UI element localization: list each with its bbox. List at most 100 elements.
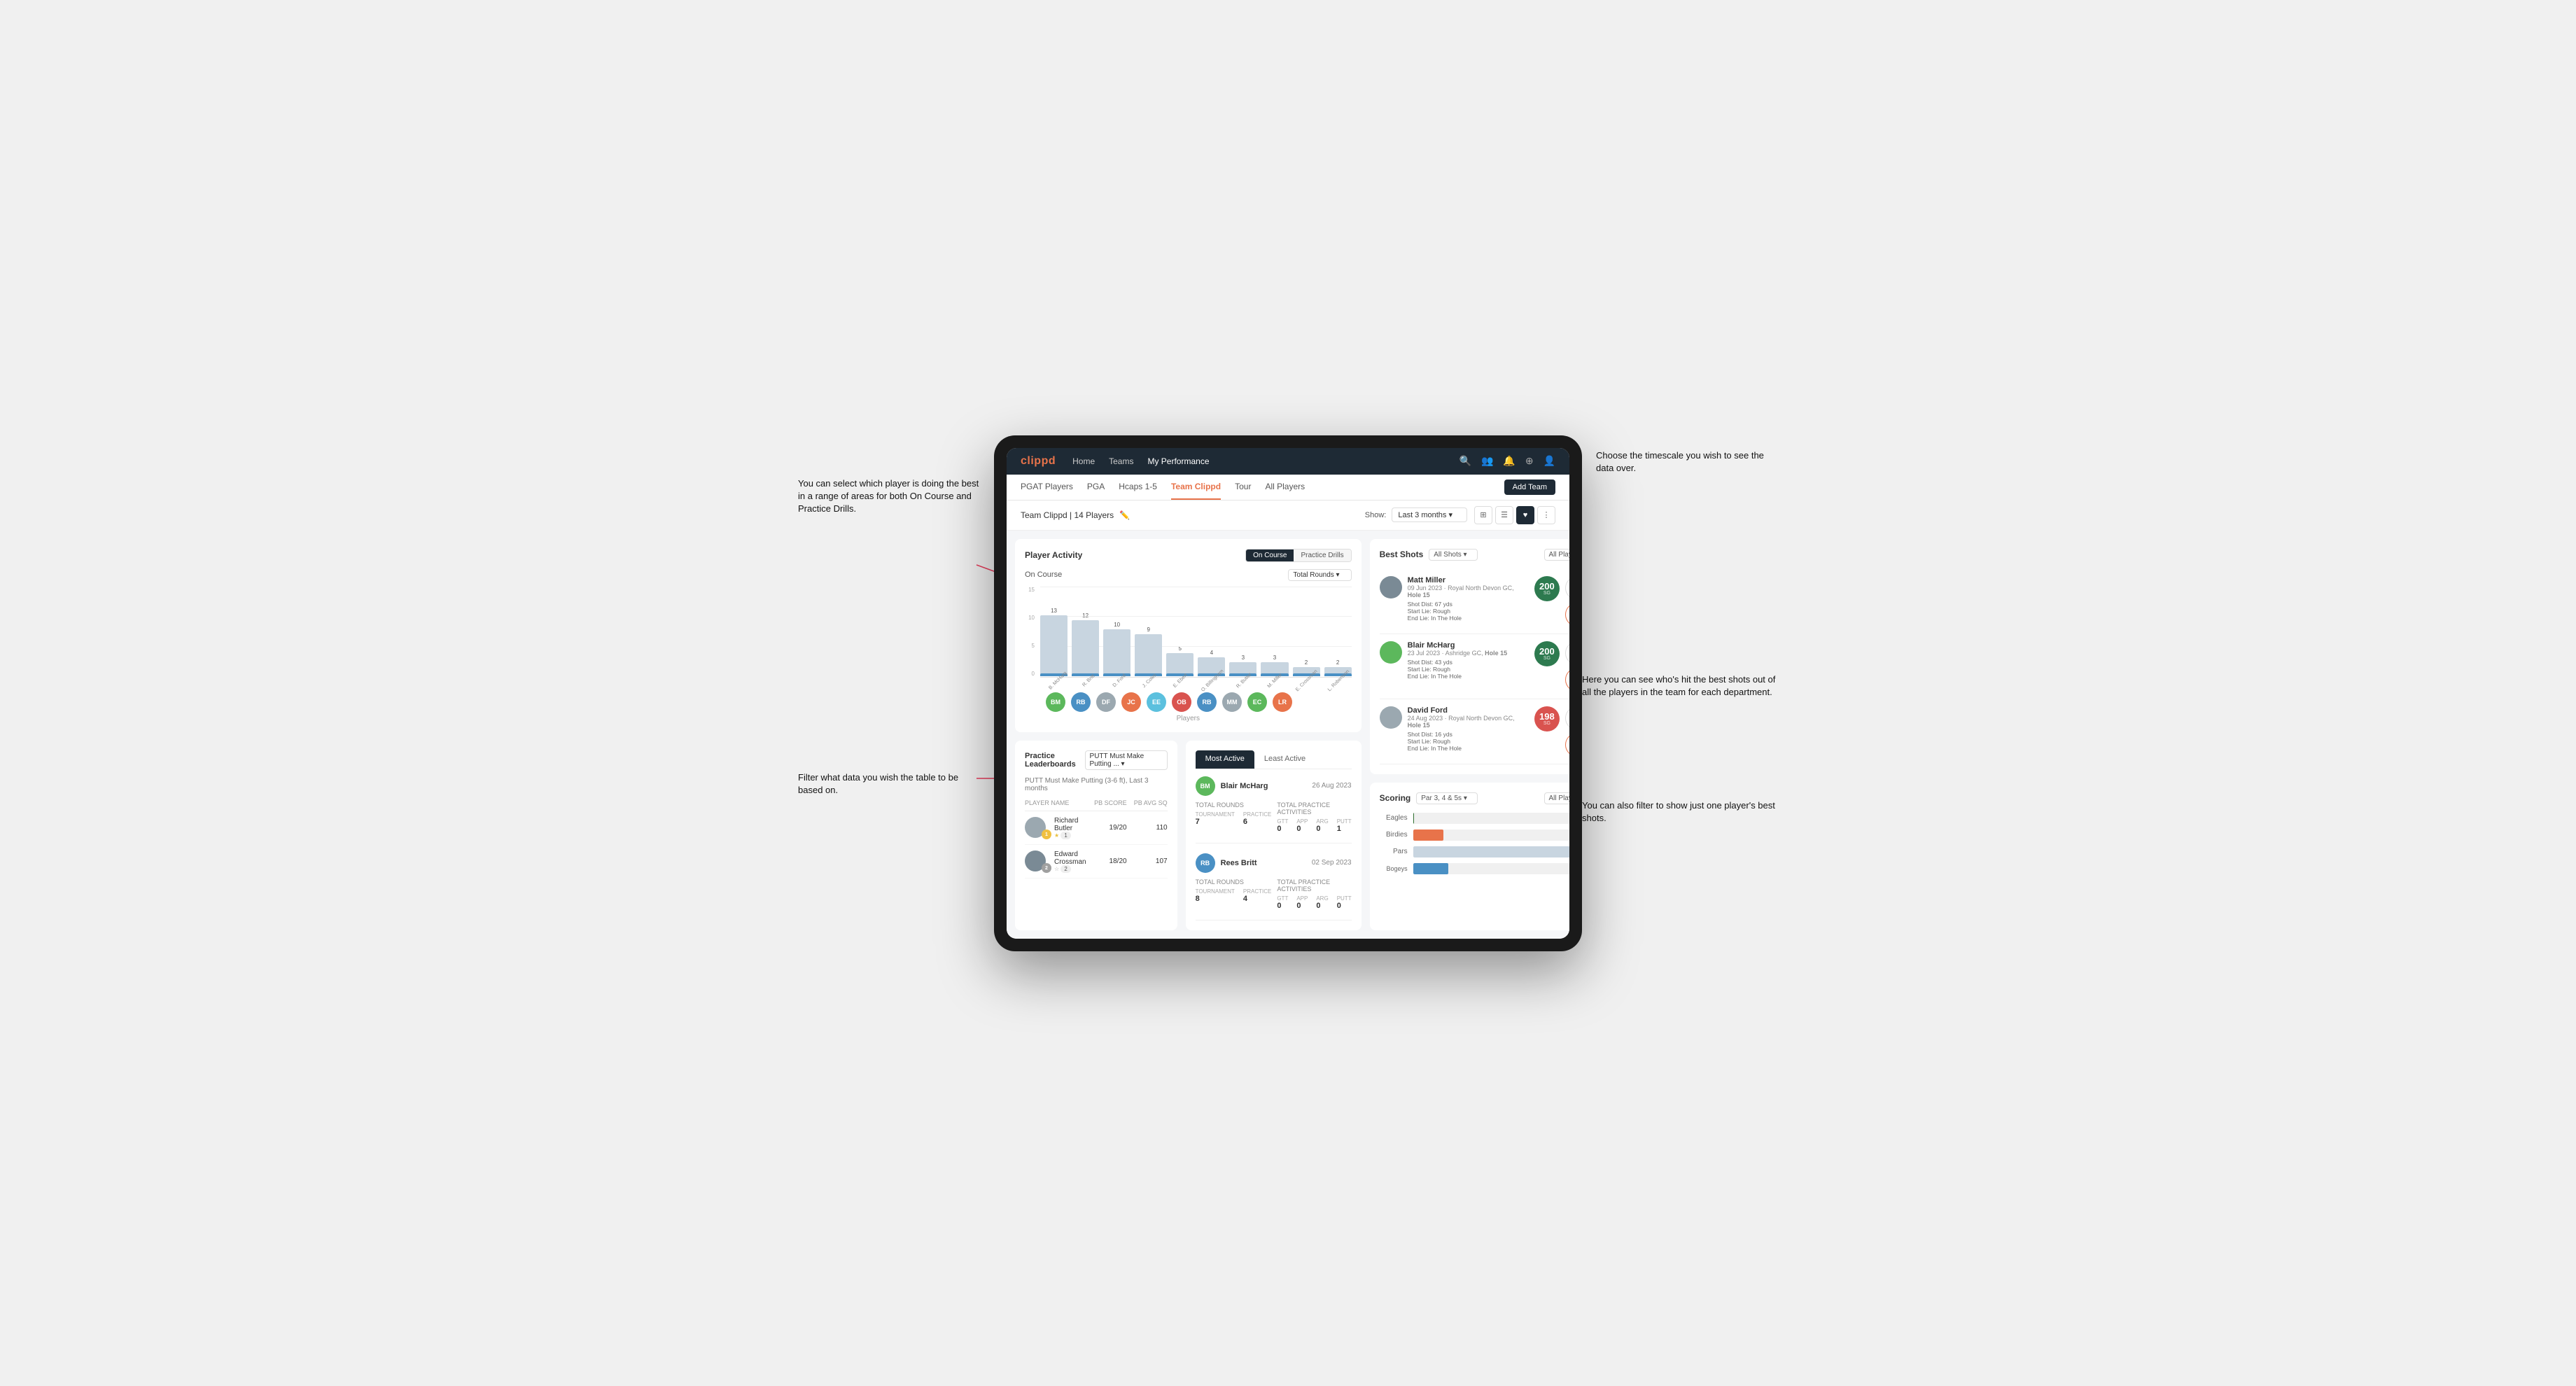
rank-2: 2 xyxy=(1025,850,1049,872)
tab-pgat-players[interactable]: PGAT Players xyxy=(1021,475,1073,500)
add-team-button[interactable]: Add Team xyxy=(1504,479,1555,495)
bell-icon[interactable]: 🔔 xyxy=(1503,455,1515,467)
scoring-filter-dropdown[interactable]: Par 3, 4 & 5s ▾ xyxy=(1416,792,1478,804)
rank-1: 1 xyxy=(1025,817,1049,838)
practice-dropdown[interactable]: PUTT Must Make Putting ... ▾ xyxy=(1085,750,1168,770)
tab-hcaps[interactable]: Hcaps 1-5 xyxy=(1119,475,1157,500)
most-active-card: Most Active Least Active BM Blair McHarg xyxy=(1186,741,1362,930)
practice-drills-pill[interactable]: Practice Drills xyxy=(1294,550,1350,561)
avatar-ebert[interactable]: EE xyxy=(1147,692,1166,712)
leaderboard-row-1[interactable]: 1 Richard Butler ★ 1 19/20 110 xyxy=(1025,811,1168,845)
practice-header: Practice Leaderboards PUTT Must Make Put… xyxy=(1025,750,1168,770)
tab-tour[interactable]: Tour xyxy=(1235,475,1251,500)
avatar-crossman[interactable]: EC xyxy=(1247,692,1267,712)
scoring-bar-wrap-birdies xyxy=(1413,830,1569,841)
nav-home[interactable]: Home xyxy=(1072,454,1095,469)
player-activity-card: Player Activity On Course Practice Drill… xyxy=(1015,539,1362,732)
least-active-tab[interactable]: Least Active xyxy=(1254,750,1315,769)
scoring-bar-wrap-bogeys xyxy=(1413,863,1569,874)
tab-team-clippd[interactable]: Team Clippd xyxy=(1171,475,1221,500)
player-name-labels: B. McHarg R. Britt D. Ford J. Coles E. E… xyxy=(1025,678,1352,685)
leaderboard-header: PLAYER NAME PB SCORE PB AVG SQ xyxy=(1025,799,1168,811)
nav-myperformance[interactable]: My Performance xyxy=(1147,454,1209,469)
timescale-dropdown[interactable]: Last 3 months ▾ xyxy=(1392,507,1467,522)
course-practice-toggle: On Course Practice Drills xyxy=(1245,549,1351,562)
bar-chart: 15 10 5 0 xyxy=(1025,587,1352,678)
shot-entry-miller[interactable]: Matt Miller 09 Jun 2023 · Royal North De… xyxy=(1380,569,1569,634)
scoring-players-dropdown[interactable]: All Players ▾ xyxy=(1544,792,1569,804)
on-course-pill[interactable]: On Course xyxy=(1246,550,1294,561)
tab-all-players[interactable]: All Players xyxy=(1265,475,1305,500)
shot-dists-ford: 16 yds 0 yds xyxy=(1565,706,1569,757)
players-axis-label: Players xyxy=(1025,715,1352,722)
users-icon[interactable]: 👥 xyxy=(1481,455,1493,467)
scoring-header: Scoring Par 3, 4 & 5s ▾ All Players ▾ xyxy=(1380,792,1569,804)
avatar-miller[interactable]: MM xyxy=(1222,692,1242,712)
all-players-dropdown[interactable]: All Players ▾ xyxy=(1544,549,1569,561)
team-header: Team Clippd | 14 Players ✏️ Show: Last 3… xyxy=(1007,500,1569,531)
bar-r-britt: 12 xyxy=(1072,612,1099,676)
shot-badge-mcharg: 200 SG xyxy=(1534,641,1560,666)
nav-bar: clippd Home Teams My Performance 🔍 👥 🔔 ⊕… xyxy=(1007,448,1569,475)
avatar-coles[interactable]: JC xyxy=(1121,692,1141,712)
avatar-icon[interactable]: 👤 xyxy=(1544,455,1555,467)
nav-right: 🔍 👥 🔔 ⊕ 👤 xyxy=(1460,455,1555,467)
tablet-screen: clippd Home Teams My Performance 🔍 👥 🔔 ⊕… xyxy=(1007,448,1569,939)
scoring-title: Scoring xyxy=(1380,793,1411,803)
dist1-miller: 67 yds xyxy=(1565,576,1569,600)
player-richard-butler: Richard Butler ★ 1 xyxy=(1054,817,1086,839)
annotation-topright: Choose the timescale you wish to see the… xyxy=(1596,449,1778,475)
grid-view-toggle[interactable]: ⊞ xyxy=(1474,506,1492,524)
practice-subtitle: PUTT Must Make Putting (3-6 ft), Last 3 … xyxy=(1025,777,1168,792)
ap-header-britt: RB Rees Britt 02 Sep 2023 xyxy=(1196,853,1352,873)
main-content: Player Activity On Course Practice Drill… xyxy=(1007,531,1569,939)
activity-entries: BM Blair McHarg 26 Aug 2023 Total Rounds xyxy=(1196,776,1352,920)
avatar-ford[interactable]: DF xyxy=(1096,692,1116,712)
shot-entry-ford[interactable]: David Ford 24 Aug 2023 · Royal North Dev… xyxy=(1380,699,1569,764)
tab-pga[interactable]: PGA xyxy=(1087,475,1105,500)
most-active-tab[interactable]: Most Active xyxy=(1196,750,1254,769)
left-column: Player Activity On Course Practice Drill… xyxy=(1015,539,1362,930)
scoring-row-birdies: Birdies 96 xyxy=(1380,830,1569,841)
nav-teams[interactable]: Teams xyxy=(1109,454,1133,469)
activity-tabs: Most Active Least Active xyxy=(1196,750,1352,769)
shot-dists-miller: 67 yds 0 yds xyxy=(1565,576,1569,626)
dist2-miller: 0 yds xyxy=(1565,603,1569,626)
player-avatars-row: BM RB DF JC EE OB RB MM EC LR xyxy=(1025,688,1352,712)
activity-player-britt: RB Rees Britt 02 Sep 2023 Total Rounds xyxy=(1196,853,1352,920)
avatar-mcharg[interactable]: BM xyxy=(1046,692,1065,712)
best-shots-header: Best Shots All Shots ▾ All Players ▾ xyxy=(1380,549,1569,561)
nav-links: Home Teams My Performance xyxy=(1072,454,1209,469)
practice-leaderboards-card: Practice Leaderboards PUTT Must Make Put… xyxy=(1015,741,1177,930)
sub-nav-right: Add Team xyxy=(1504,479,1555,495)
y-axis: 15 10 5 0 xyxy=(1025,587,1037,678)
shot-dists-mcharg: 43 yds 0 yds xyxy=(1565,641,1569,692)
shot-player-info-ford: David Ford 24 Aug 2023 · Royal North Dev… xyxy=(1408,706,1529,752)
shot-badge-miller: 200 SG xyxy=(1534,576,1560,601)
player-edward-crossman: Edward Crossman ☆ 2 xyxy=(1054,850,1086,872)
scoring-row-eagles: Eagles 3 xyxy=(1380,813,1569,824)
leaderboard-row-2[interactable]: 2 Edward Crossman ☆ 2 18/20 107 xyxy=(1025,845,1168,878)
avatar-britt[interactable]: RB xyxy=(1071,692,1091,712)
avatar-butler[interactable]: RB xyxy=(1197,692,1217,712)
all-shots-dropdown[interactable]: All Shots ▾ xyxy=(1429,549,1477,561)
settings-view-toggle[interactable]: ⋮ xyxy=(1537,506,1555,524)
plus-circle-icon[interactable]: ⊕ xyxy=(1525,455,1534,467)
chart-dropdown[interactable]: Total Rounds ▾ xyxy=(1288,569,1351,581)
avatar-billingham[interactable]: OB xyxy=(1172,692,1191,712)
avatar-robertson[interactable]: LR xyxy=(1273,692,1292,712)
search-icon[interactable]: 🔍 xyxy=(1460,455,1471,467)
shot-badge-ford: 198 SG xyxy=(1534,706,1560,732)
scoring-bar-wrap-eagles xyxy=(1413,813,1569,824)
shot-avatar-ford xyxy=(1380,706,1402,729)
right-column: Best Shots All Shots ▾ All Players ▾ xyxy=(1370,539,1569,930)
edit-icon[interactable]: ✏️ xyxy=(1119,510,1130,520)
shot-player-info-miller: Matt Miller 09 Jun 2023 · Royal North De… xyxy=(1408,576,1529,622)
annotation-bottomright: You can also filter to show just one pla… xyxy=(1582,799,1778,825)
card-view-toggle[interactable]: ♥ xyxy=(1516,506,1534,524)
activity-player-mcharg: BM Blair McHarg 26 Aug 2023 Total Rounds xyxy=(1196,776,1352,844)
list-view-toggle[interactable]: ☰ xyxy=(1495,506,1513,524)
view-toggles: ⊞ ☰ ♥ ⋮ xyxy=(1474,506,1555,524)
shot-avatar-mcharg xyxy=(1380,641,1402,664)
shot-entry-mcharg[interactable]: Blair McHarg 23 Jul 2023 · Ashridge GC, … xyxy=(1380,634,1569,699)
